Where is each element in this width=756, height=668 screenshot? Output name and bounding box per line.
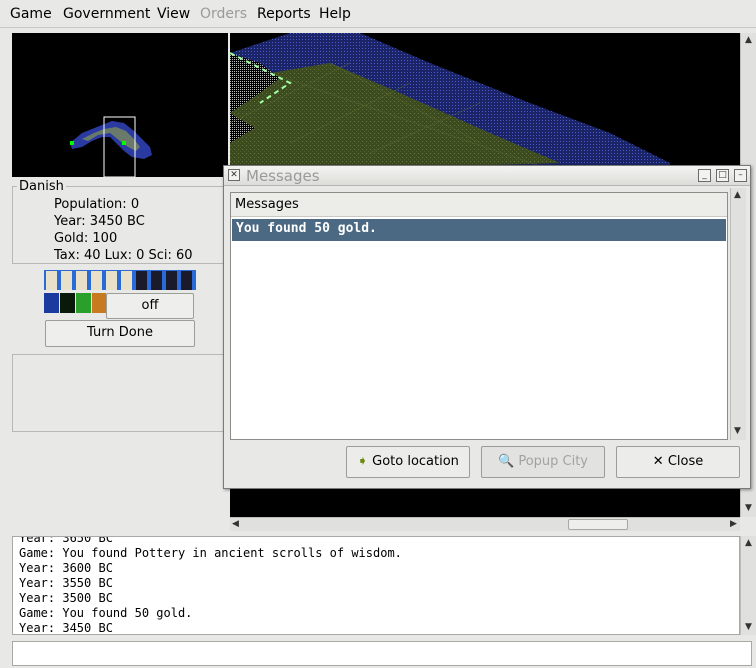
goto-location-icon: ➧: [357, 454, 368, 469]
government-icon: [92, 293, 106, 313]
messages-list[interactable]: Messages You found 50 gold.: [230, 192, 728, 440]
console-line: Game: You found Pottery in ancient scrol…: [19, 546, 402, 560]
map-horizontal-scrollbar[interactable]: ◀ ▶: [230, 517, 740, 531]
console-line: Year: 3550 BC: [19, 576, 113, 590]
tax-rates-bar[interactable]: [44, 270, 196, 290]
dialog-titlebar[interactable]: ✕ Messages _ □ –: [224, 166, 750, 186]
tax-icon[interactable]: [91, 271, 102, 290]
rates-label: Tax: 40 Lux: 0 Sci: 60: [54, 248, 193, 263]
nuclear-winter-icon: [76, 293, 91, 313]
console-line: Game: You found 50 gold.: [19, 606, 193, 620]
message-console[interactable]: Year: 3650 BC Game: You found Pottery in…: [12, 536, 740, 635]
menu-government[interactable]: Government: [63, 6, 150, 22]
console-line: Year: 3650 BC: [19, 536, 113, 545]
console-line: Year: 3600 BC: [19, 561, 113, 575]
popup-city-button[interactable]: 🔍 Popup City: [481, 446, 605, 478]
scroll-up-arrow-icon[interactable]: ▲: [745, 538, 752, 548]
messages-dialog: ✕ Messages _ □ – Messages You found 50 g…: [223, 165, 751, 489]
menu-view[interactable]: View: [157, 6, 190, 22]
global-warming-icon: [60, 293, 75, 313]
close-button[interactable]: ✕ Close: [616, 446, 740, 478]
maximize-icon[interactable]: □: [716, 169, 729, 182]
scroll-right-arrow-icon[interactable]: ▶: [730, 519, 737, 529]
scroll-down-arrow-icon[interactable]: ▼: [745, 622, 752, 632]
scroll-down-arrow-icon[interactable]: ▼: [734, 426, 741, 436]
close-label: Close: [667, 454, 704, 469]
scroll-left-arrow-icon[interactable]: ◀: [232, 519, 239, 529]
nation-label: Danish: [17, 179, 66, 194]
timeout-toggle-button[interactable]: off: [106, 293, 194, 319]
research-indicator-icon: [44, 293, 59, 313]
map-hscroll-thumb[interactable]: [568, 519, 628, 530]
menu-game[interactable]: Game: [10, 6, 52, 22]
scroll-up-arrow-icon[interactable]: ▲: [734, 190, 741, 200]
console-scrollbar[interactable]: ▲ ▼: [740, 536, 756, 635]
tax-icon[interactable]: [46, 271, 57, 290]
menubar: Game Government View Orders Reports Help: [0, 0, 756, 28]
tax-icon[interactable]: [61, 271, 72, 290]
science-icon[interactable]: [136, 271, 147, 290]
chat-input[interactable]: [12, 641, 752, 666]
year-label: Year: 3450 BC: [54, 214, 145, 229]
dialog-title: Messages: [246, 167, 320, 185]
science-icon[interactable]: [151, 271, 162, 290]
gold-label: Gold: 100: [54, 231, 118, 246]
goto-location-label: Goto location: [372, 454, 459, 469]
messages-scrollbar[interactable]: ▲ ▼: [730, 188, 746, 440]
scroll-up-arrow-icon[interactable]: ▲: [745, 35, 752, 45]
science-icon[interactable]: [181, 271, 192, 290]
menu-orders[interactable]: Orders: [200, 6, 247, 22]
message-row[interactable]: You found 50 gold.: [232, 219, 726, 241]
population-label: Population: 0: [54, 197, 140, 212]
science-icon[interactable]: [166, 271, 177, 290]
tax-icon[interactable]: [106, 271, 117, 290]
window-menu-icon[interactable]: ✕: [228, 169, 240, 181]
minimap-graphic: [70, 116, 152, 177]
tax-icon[interactable]: [121, 271, 132, 290]
turn-done-button[interactable]: Turn Done: [45, 320, 195, 347]
minimize-icon[interactable]: _: [698, 169, 711, 182]
messages-column-header[interactable]: Messages: [231, 193, 727, 217]
scroll-down-arrow-icon[interactable]: ▼: [745, 503, 752, 513]
unit-info-box: [12, 354, 224, 432]
goto-location-button[interactable]: ➧ Goto location: [346, 446, 470, 478]
console-line: Year: 3500 BC: [19, 591, 113, 605]
window-close-icon[interactable]: –: [734, 169, 747, 182]
menu-help[interactable]: Help: [319, 6, 351, 22]
overview-minimap[interactable]: [12, 33, 228, 177]
magnifier-icon: 🔍: [497, 454, 515, 469]
tax-icon[interactable]: [76, 271, 87, 290]
close-icon: ✕: [652, 454, 664, 469]
console-line: Year: 3450 BC: [19, 621, 113, 635]
menu-reports[interactable]: Reports: [257, 6, 311, 22]
popup-city-label: Popup City: [518, 454, 588, 469]
